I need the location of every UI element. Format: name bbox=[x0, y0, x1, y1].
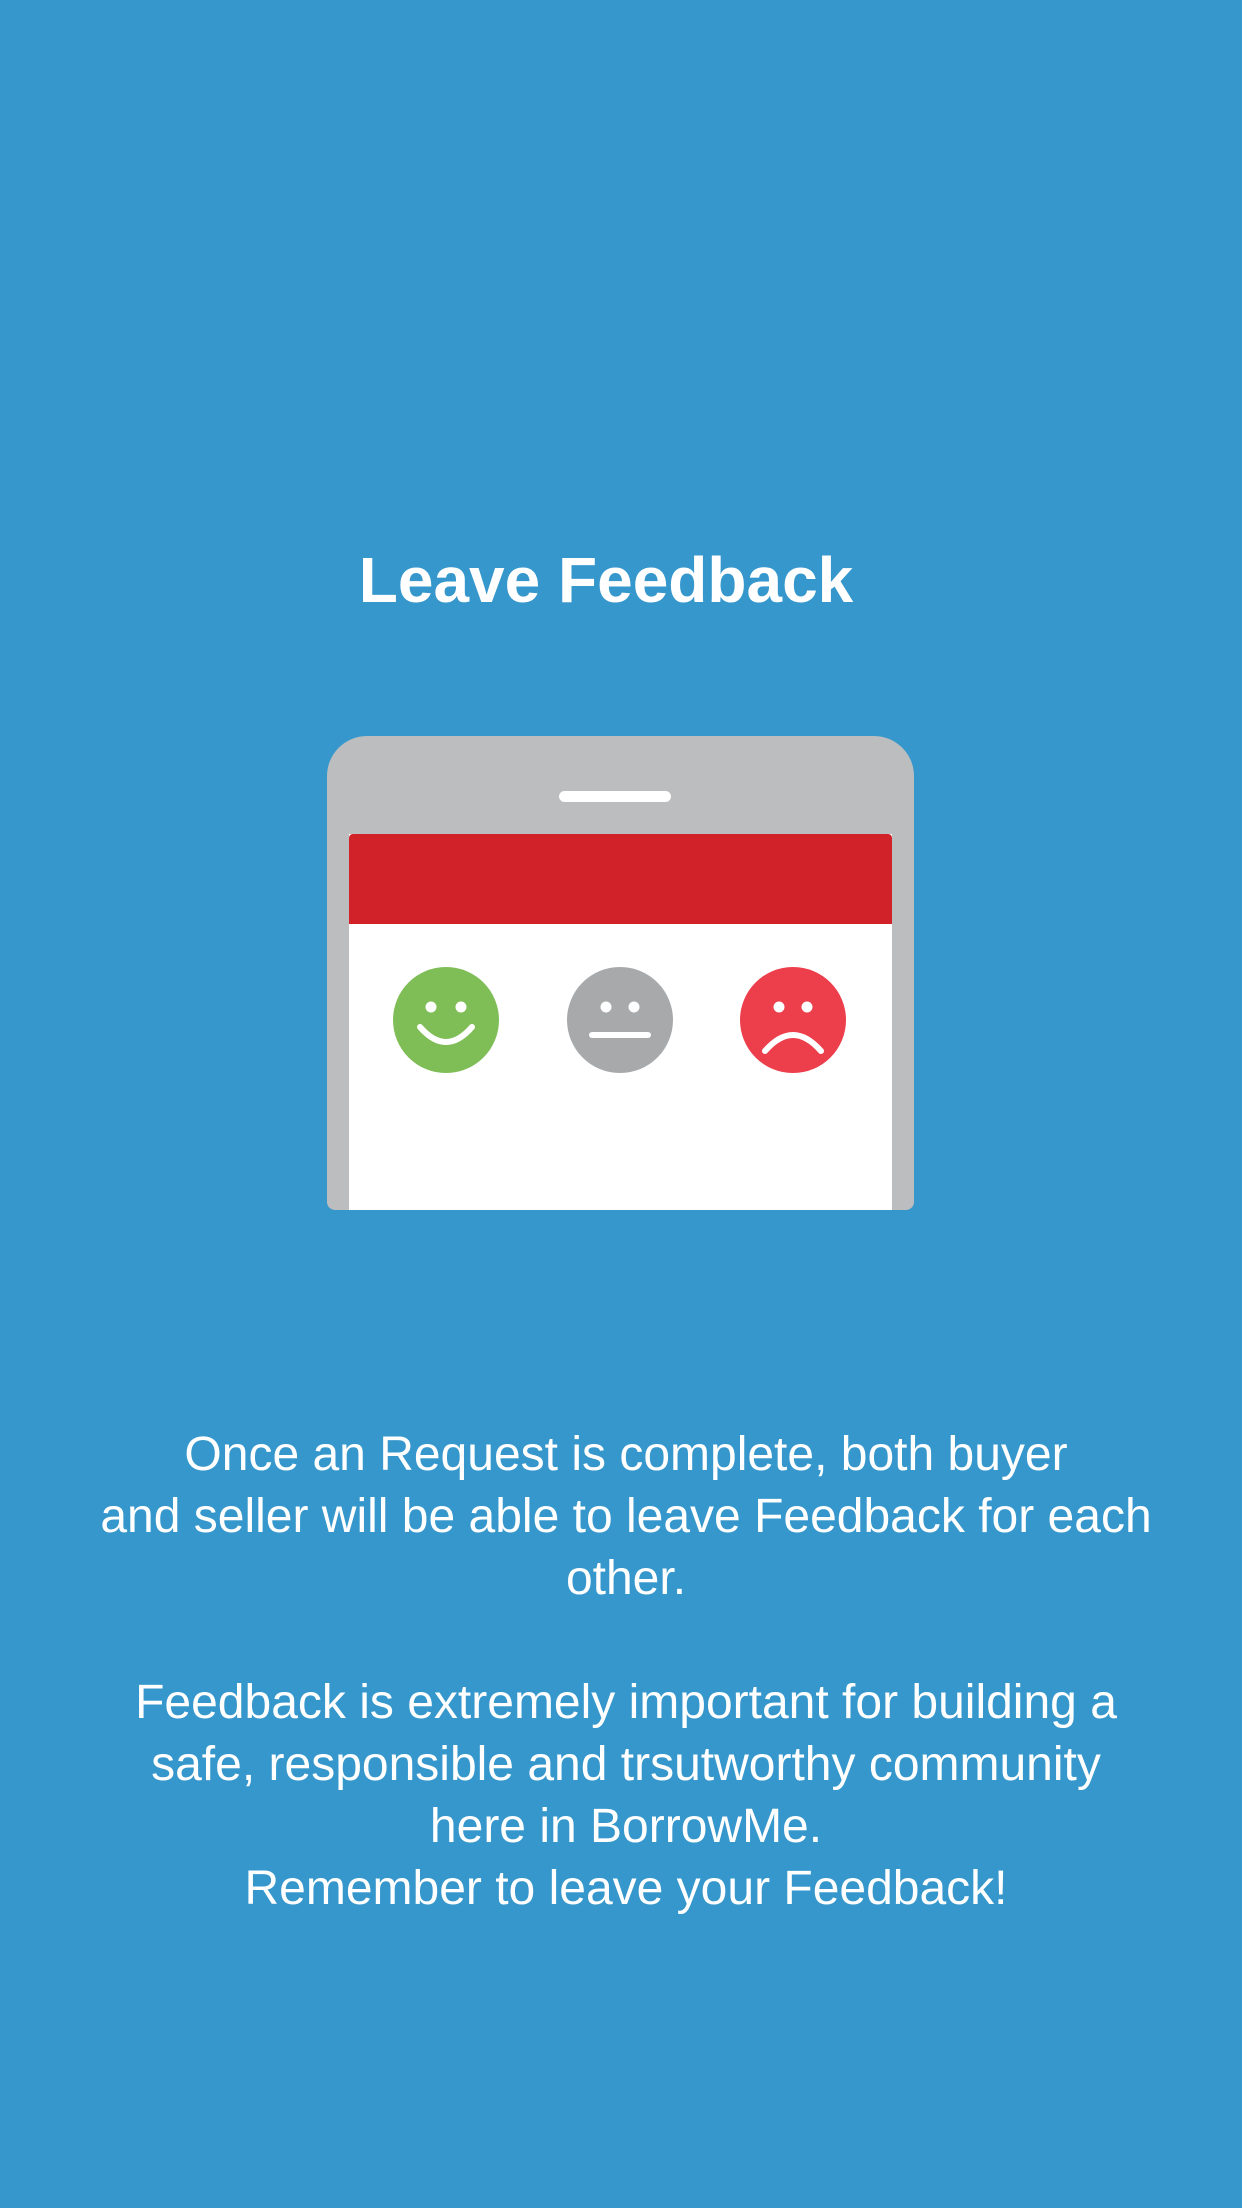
description-line: here in BorrowMe. bbox=[429, 1800, 823, 1853]
description-line: and seller will be able to leave Feedbac… bbox=[100, 1490, 1152, 1543]
screen-header-bar bbox=[349, 834, 892, 924]
phone-speaker bbox=[559, 791, 671, 802]
feedback-illustration bbox=[327, 736, 914, 1210]
description-line: Once an Request is complete, both buyer bbox=[184, 1428, 1068, 1481]
description-line: Feedback is extremely important for buil… bbox=[135, 1676, 1117, 1729]
phone-frame bbox=[327, 736, 914, 1210]
sad-face-icon bbox=[740, 967, 846, 1073]
description-line: safe, responsible and trsutworthy commun… bbox=[151, 1738, 1101, 1791]
description-line: other. bbox=[565, 1552, 687, 1605]
happy-face-icon bbox=[393, 967, 499, 1073]
neutral-face-icon bbox=[567, 967, 673, 1073]
onboarding-screen: { "screen": { "title": "Leave Feedback",… bbox=[0, 0, 1242, 2208]
phone-screen bbox=[349, 834, 892, 1210]
feedback-description: Once an Request is complete, both buyer … bbox=[40, 1424, 1212, 1920]
closing-reminder: Remember to leave your Feedback! bbox=[244, 1862, 1008, 1915]
page-title: Leave Feedback bbox=[358, 544, 854, 616]
